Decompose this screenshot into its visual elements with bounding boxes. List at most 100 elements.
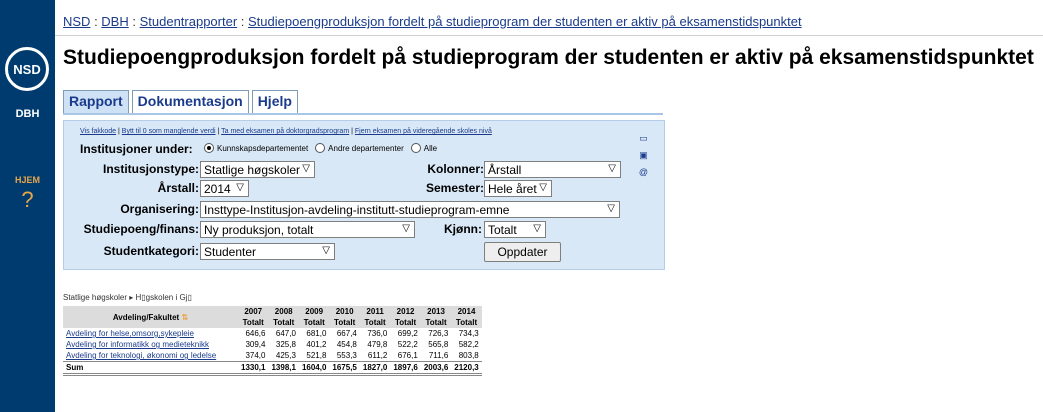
- breadcrumb-sep: :: [128, 14, 140, 29]
- cell: 374,0: [245, 351, 266, 360]
- link-videregaende[interactable]: Fjern eksamen på videregående skoles niv…: [355, 128, 492, 135]
- tab-hjelp[interactable]: Hjelp: [251, 90, 298, 114]
- dbh-link[interactable]: DBH: [0, 108, 55, 120]
- organisering-select[interactable]: Insttype-Institusjon-avdeling-institutt-…: [200, 201, 620, 218]
- radio-kunnskapsdepartementet[interactable]: [204, 143, 214, 153]
- breadcrumb-nsd[interactable]: NSD: [63, 14, 90, 29]
- tab-dokumentasjon[interactable]: Dokumentasjon: [131, 90, 249, 114]
- chevron-down-icon: ▽: [322, 245, 330, 256]
- sub-header: Totalt: [420, 317, 452, 328]
- row-name: Avdeling for informatikk og medieteknikk: [63, 339, 238, 350]
- select-value: Totalt: [488, 223, 517, 237]
- radio-label: Kunnskapsdepartementet: [217, 143, 309, 153]
- chevron-down-icon: ▽: [539, 182, 547, 193]
- row-name: Avdeling for teknologi, økonomi og ledel…: [63, 350, 238, 362]
- sum-cell: 2003,6: [420, 361, 452, 376]
- breadcrumb: NSD : DBH : Studentrapporter : Studiepoe…: [63, 14, 802, 29]
- studiepoeng-select[interactable]: Ny produksjon, totalt ▽: [200, 221, 415, 238]
- cell: 522,2: [397, 340, 418, 349]
- breadcrumb-current[interactable]: Studiepoengproduksjon fordelt på studiep…: [248, 14, 802, 29]
- row-link[interactable]: Avdeling for teknologi, økonomi og ledel…: [66, 351, 216, 360]
- sub-header: Totalt: [390, 317, 421, 328]
- studiepoeng-label: Studiepoeng/finans:: [83, 222, 199, 236]
- year-header: 2008: [268, 306, 299, 317]
- cell: 667,4: [336, 329, 357, 338]
- institusjonstype-label: Institusjonstype:: [102, 162, 199, 176]
- breadcrumb-studentrapporter[interactable]: Studentrapporter: [140, 14, 238, 29]
- help-icon[interactable]: ?: [0, 187, 55, 213]
- sub-header: Totalt: [329, 317, 360, 328]
- kjonn-select[interactable]: Totalt ▽: [484, 221, 546, 238]
- studentkategori-select[interactable]: Studenter ▽: [200, 243, 335, 260]
- cell: 401,2: [306, 340, 327, 349]
- link-bytt-0[interactable]: Bytt til 0 som manglende verdi: [122, 128, 216, 135]
- kolonner-label: Kolonner:: [427, 162, 484, 176]
- tab-rapport[interactable]: Rapport: [63, 90, 129, 114]
- cell: 582,2: [458, 340, 479, 349]
- logo-text: NSD: [13, 61, 41, 77]
- cell: 454,8: [336, 340, 357, 349]
- cell: 425,3: [275, 351, 296, 360]
- sum-row: Sum 1330,1 1398,1 1604,0 1675,5 1827,0 1…: [63, 361, 482, 376]
- cell: 325,8: [275, 340, 296, 349]
- cell: 646,6: [245, 329, 266, 338]
- breadcrumb-dbh[interactable]: DBH: [101, 14, 128, 29]
- year-header: 2013: [420, 306, 452, 317]
- print-icon[interactable]: ▭: [638, 133, 649, 144]
- row-link[interactable]: Avdeling for helse,omsorg,sykepleie: [66, 329, 194, 338]
- radio-alle[interactable]: [410, 143, 421, 153]
- cell: 711,6: [428, 351, 449, 360]
- nsd-logo[interactable]: NSD: [5, 47, 49, 91]
- radio-andre-departementer[interactable]: [315, 143, 326, 153]
- select-value: 2014: [204, 182, 231, 196]
- link-doktorgrad[interactable]: Ta med eksamen på doktorgradsprogram: [221, 128, 349, 135]
- sum-label: Sum: [63, 361, 238, 376]
- sum-cell: 1604,0: [298, 361, 330, 376]
- select-value: Statlige høgskoler: [204, 163, 301, 177]
- sub-header: Totalt: [268, 317, 299, 328]
- sort-icon[interactable]: ⇅: [181, 313, 188, 322]
- sub-header: Totalt: [451, 317, 482, 328]
- arstall-label: Årstall:: [157, 181, 199, 195]
- page-title: Studiepoengproduksjon fordelt på studiep…: [63, 46, 1034, 69]
- column-header-avdeling[interactable]: Avdeling/Fakultet ⇅: [63, 306, 238, 328]
- sum-cell: 1827,0: [359, 361, 391, 376]
- cell: 734,3: [458, 329, 479, 338]
- tab-underline: [63, 113, 663, 115]
- link-vis-fakkode[interactable]: Vis fakkode: [80, 128, 116, 135]
- kolonner-select[interactable]: Årstall ▽: [484, 161, 621, 178]
- option-links: Vis fakkode | Bytt til 0 som manglende v…: [80, 128, 492, 135]
- year-header: 2011: [359, 306, 391, 317]
- cell: 681,0: [306, 329, 327, 338]
- sub-header: Totalt: [359, 317, 391, 328]
- row-link[interactable]: Avdeling for informatikk og medieteknikk: [66, 340, 209, 349]
- organisering-label: Organisering:: [120, 202, 199, 216]
- radio-label: Andre departementer: [328, 143, 404, 153]
- table-row: Avdeling for informatikk og medieteknikk…: [63, 339, 482, 350]
- cell: 309,4: [245, 340, 266, 349]
- cell: 565,8: [428, 340, 449, 349]
- institusjonstype-select[interactable]: Statlige høgskoler ▽: [200, 161, 315, 178]
- cell: 521,8: [306, 351, 327, 360]
- cell: 726,3: [428, 329, 449, 338]
- select-value: Insttype-Institusjon-avdeling-institutt-…: [204, 203, 510, 217]
- semester-label: Semester:: [425, 181, 484, 195]
- email-icon[interactable]: @: [638, 167, 649, 178]
- cell: 699,2: [397, 329, 418, 338]
- select-value: Ny produksjon, totalt: [204, 223, 314, 237]
- export-icon[interactable]: ▣: [638, 150, 649, 161]
- cell: 803,8: [458, 351, 479, 360]
- arstall-select[interactable]: 2014 ▽: [200, 180, 249, 197]
- chevron-down-icon: ▽: [608, 163, 616, 174]
- year-header: 2009: [298, 306, 330, 317]
- chevron-down-icon: ▽: [402, 223, 410, 234]
- sum-cell: 1330,1: [238, 361, 269, 376]
- semester-select[interactable]: Hele året ▽: [484, 180, 552, 197]
- institusjoner-label: Institusjoner under:: [80, 142, 193, 156]
- table-row: Avdeling for teknologi, økonomi og ledel…: [63, 350, 482, 362]
- home-link[interactable]: HJEM: [0, 175, 55, 185]
- year-header: 2007: [238, 306, 269, 317]
- oppdater-button[interactable]: Oppdater: [484, 242, 561, 262]
- result-breadcrumb: Statlige høgskoler ▸ H▯gskolen i Gj▯: [63, 293, 192, 302]
- sum-cell: 1675,5: [329, 361, 360, 376]
